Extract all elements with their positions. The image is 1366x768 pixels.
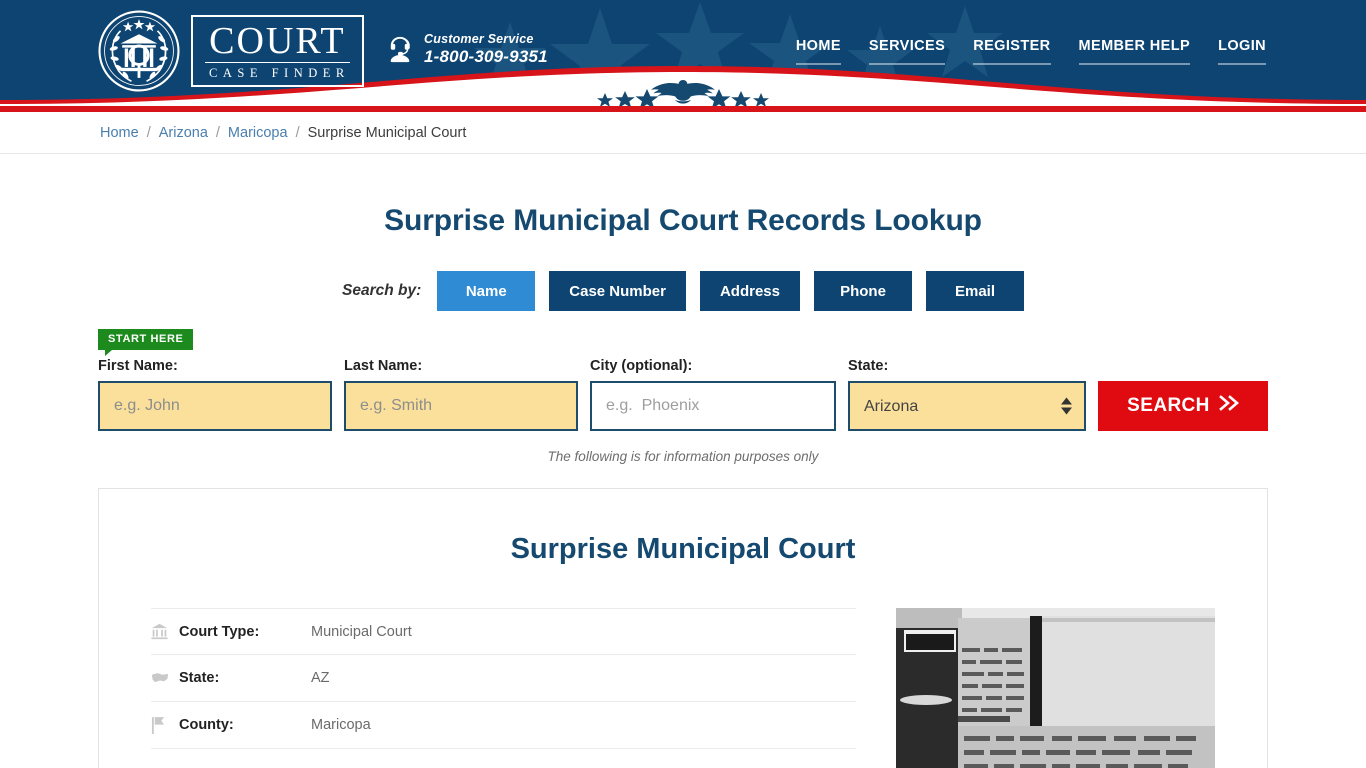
headset-support-icon	[390, 37, 410, 63]
nav-item-home[interactable]: HOME	[795, 38, 841, 65]
customer-service-phone[interactable]: 1-800-309-9351	[424, 48, 548, 66]
site-logo[interactable]: COURT CASE FINDER	[97, 9, 364, 93]
search-fields-row: First Name: Last Name: City (optional): …	[98, 358, 1268, 431]
breadcrumb-separator: /	[295, 124, 300, 141]
double-chevron-right-icon	[1218, 395, 1239, 417]
first-name-field-group: First Name:	[98, 358, 332, 431]
court-detail-card: Surprise Municipal Court Court Type: Mun…	[98, 488, 1268, 768]
breadcrumb-item-arizona[interactable]: Arizona	[159, 125, 208, 141]
main-navigation: HOME SERVICES REGISTER MEMBER HELP LOGIN	[795, 38, 1266, 65]
us-map-icon	[151, 671, 179, 685]
disclaimer-text: The following is for information purpose…	[547, 449, 819, 464]
logo-wordmark: COURT CASE FINDER	[191, 14, 364, 88]
customer-service-text: Customer Service 1-800-309-9351	[424, 32, 548, 66]
state-select[interactable]: Arizona	[848, 381, 1086, 431]
detail-value: Municipal Court	[311, 623, 412, 640]
breadcrumb-item-home[interactable]: Home	[100, 125, 139, 141]
detail-value: Maricopa	[311, 717, 371, 733]
courthouse-building-photo	[896, 608, 1215, 768]
last-name-label: Last Name:	[344, 358, 423, 374]
first-name-label: First Name:	[98, 358, 178, 374]
court-detail-list: Court Type: Municipal Court State: AZ Co…	[151, 608, 857, 749]
tab-address[interactable]: Address	[699, 271, 800, 311]
breadcrumb: Home / Arizona / Maricopa / Surprise Mun…	[0, 112, 1366, 154]
page-title: Surprise Municipal Court Records Lookup	[384, 204, 982, 237]
last-name-field-group: Last Name:	[344, 358, 578, 431]
search-form: START HERE First Name: Last Name: City (…	[98, 329, 1268, 431]
breadcrumb-separator: /	[215, 124, 220, 141]
detail-row: County: Maricopa	[151, 702, 857, 749]
detail-key: Court Type:	[179, 623, 260, 640]
detail-row: State: AZ	[151, 655, 857, 702]
detail-key: County:	[179, 717, 234, 733]
nav-item-register[interactable]: REGISTER	[973, 38, 1051, 65]
eagle-icon	[597, 80, 769, 106]
tab-case-number[interactable]: Case Number	[549, 271, 686, 311]
search-button[interactable]: SEARCH	[1098, 381, 1268, 431]
state-label: State:	[848, 358, 889, 374]
detail-key: State:	[179, 670, 220, 686]
nav-item-login[interactable]: LOGIN	[1218, 38, 1266, 65]
city-field-group: City (optional):	[590, 358, 836, 431]
bank-courthouse-icon	[151, 623, 179, 640]
logo-word-main: COURT	[205, 22, 350, 63]
breadcrumb-item-current: Surprise Municipal Court	[307, 124, 467, 141]
flag-icon	[151, 716, 179, 734]
search-by-label: Search by:	[342, 282, 422, 299]
tab-phone[interactable]: Phone	[814, 271, 912, 311]
last-name-input[interactable]	[344, 381, 578, 431]
detail-row: Court Type: Municipal Court	[151, 608, 857, 655]
search-by-tabs: Search by: Name Case Number Address Phon…	[0, 271, 1366, 311]
search-button-label: SEARCH	[1127, 395, 1210, 416]
tab-email[interactable]: Email	[926, 271, 1024, 311]
logo-word-sub: CASE FINDER	[209, 65, 350, 80]
state-field-group: State: Arizona	[848, 358, 1086, 431]
start-here-badge: START HERE	[98, 329, 194, 356]
city-label: City (optional):	[590, 358, 693, 374]
court-card-body: Court Type: Municipal Court State: AZ Co…	[151, 608, 1215, 768]
nav-item-member-help[interactable]: MEMBER HELP	[1078, 38, 1191, 65]
customer-service-label: Customer Service	[424, 32, 534, 46]
breadcrumb-separator: /	[146, 124, 151, 141]
tab-name[interactable]: Name	[437, 271, 536, 311]
first-name-input[interactable]	[98, 381, 332, 431]
site-header: COURT CASE FINDER Customer Service 1-800…	[0, 0, 1366, 106]
city-input[interactable]	[590, 381, 836, 431]
courthouse-magnifier-wreath-emblem-icon	[98, 10, 180, 92]
nav-item-services[interactable]: SERVICES	[868, 38, 946, 65]
breadcrumb-item-maricopa[interactable]: Maricopa	[228, 125, 288, 141]
detail-value: AZ	[311, 670, 330, 686]
court-name-heading: Surprise Municipal Court	[510, 533, 856, 565]
customer-service-block[interactable]: Customer Service 1-800-309-9351	[385, 32, 548, 66]
